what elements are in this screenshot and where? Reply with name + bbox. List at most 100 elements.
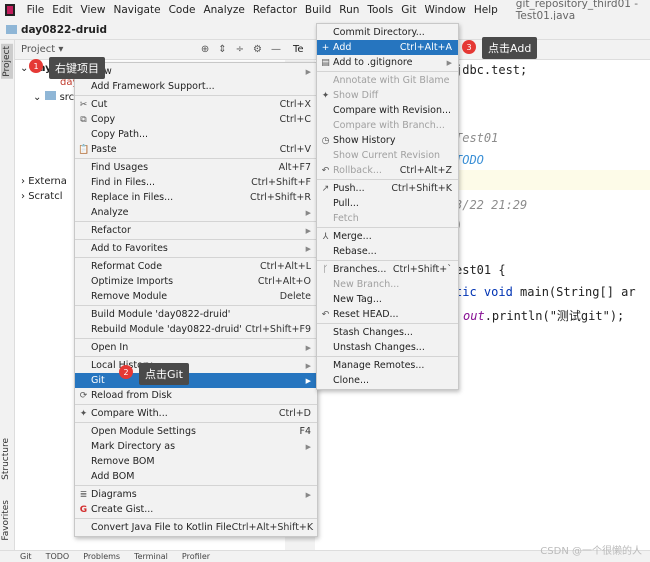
menu-tools[interactable]: Tools — [363, 4, 397, 16]
menu-window[interactable]: Window — [420, 4, 469, 16]
menu-item-add[interactable]: + Add Ctrl+Alt+A — [317, 40, 458, 55]
menu-item-local-history[interactable]: Local History ▶ — [75, 358, 317, 373]
menu-item-commit-directory[interactable]: Commit Directory... — [317, 25, 458, 40]
menu-item-stash-changes[interactable]: Stash Changes... — [317, 325, 458, 340]
menu-item-find-usages[interactable]: Find Usages Alt+F7 — [75, 160, 317, 175]
menu-separator — [317, 179, 458, 180]
menu-analyze[interactable]: Analyze — [199, 4, 248, 16]
hide-icon[interactable]: — — [271, 44, 281, 55]
add-to-gitignore-icon: ▤ — [321, 57, 330, 68]
expand-all-icon[interactable]: ⇕ — [218, 44, 226, 55]
menu-item-add-to-favorites[interactable]: Add to Favorites ▶ — [75, 241, 317, 256]
menu-item-remove-bom[interactable]: Remove BOM — [75, 454, 317, 469]
window-title: git_repository_third01 - Test01.java — [515, 0, 639, 22]
menu-item-copy[interactable]: ⧉ Copy Ctrl+C — [75, 112, 317, 127]
menu-item-build-module-day0822-druid[interactable]: Build Module 'day0822-druid' — [75, 307, 317, 322]
menu-item-branches[interactable]: ᚴ Branches... Ctrl+Shift+` — [317, 262, 458, 277]
menu-item-reload-from-disk[interactable]: ⟳ Reload from Disk — [75, 388, 317, 403]
breadcrumb-project[interactable]: day0822-druid — [21, 24, 107, 36]
shortcut-label: Ctrl+Shift+F9 — [245, 324, 311, 335]
menu-item-cut[interactable]: ✂ Cut Ctrl+X — [75, 97, 317, 112]
tab-favorites[interactable]: Favorites — [1, 500, 11, 541]
menu-item-convert-java-file-to-kotlin-file[interactable]: Convert Java File to Kotlin File Ctrl+Alt… — [75, 520, 317, 535]
menu-item-rebase[interactable]: Rebase... — [317, 244, 458, 259]
menu-item-new-branch[interactable]: New Branch... — [317, 277, 458, 292]
menu-item-annotate-with-git-blame[interactable]: Annotate with Git Blame — [317, 73, 458, 88]
shortcut-label: Ctrl+D — [278, 408, 311, 419]
menu-item-mark-directory-as[interactable]: Mark Directory as ▶ — [75, 439, 317, 454]
shortcut-label: Ctrl+X — [279, 99, 311, 110]
bottom-tab-problems[interactable]: Problems — [83, 552, 120, 561]
menu-item-rebuild-module-day0822-druid[interactable]: Rebuild Module 'day0822-druid' Ctrl+Shift… — [75, 322, 317, 337]
menu-item-manage-remotes[interactable]: Manage Remotes... — [317, 358, 458, 373]
menu-item-show-current-revision[interactable]: Show Current Revision — [317, 148, 458, 163]
tab-project[interactable]: Project — [1, 44, 13, 79]
collapse-all-icon[interactable]: ÷ — [236, 44, 244, 55]
shortcut-label: Ctrl+C — [279, 114, 312, 125]
menu-item-pull[interactable]: Pull... — [317, 196, 458, 211]
menu-item-label: Find Usages — [91, 162, 149, 173]
menu-item-copy-path[interactable]: Copy Path... — [75, 127, 317, 142]
menu-item-fetch[interactable]: Fetch — [317, 211, 458, 226]
menu-item-label: Reload from Disk — [91, 390, 172, 401]
menu-item-remove-module[interactable]: Remove Module Delete — [75, 289, 317, 304]
project-view-dropdown[interactable]: Project ▾ — [21, 44, 63, 55]
menu-file[interactable]: File — [23, 4, 49, 16]
menu-item-label: Compare With... — [91, 408, 168, 419]
menu-item-compare-with-revision[interactable]: Compare with Revision... — [317, 103, 458, 118]
menu-item-refactor[interactable]: Refactor ▶ — [75, 223, 317, 238]
menu-item-label: Branches... — [333, 264, 387, 275]
menu-item-open-module-settings[interactable]: Open Module Settings F4 — [75, 424, 317, 439]
locate-icon[interactable]: ⊕ — [201, 44, 209, 55]
menu-item-replace-in-files[interactable]: Replace in Files... Ctrl+Shift+R — [75, 190, 317, 205]
tab-structure[interactable]: Structure — [1, 438, 11, 480]
shortcut-label: Ctrl+Shift+R — [249, 192, 311, 203]
shortcut-label: Ctrl+Shift+F — [251, 177, 311, 188]
menu-edit[interactable]: Edit — [48, 4, 76, 16]
menu-item-new-tag[interactable]: New Tag... — [317, 292, 458, 307]
menu-item-clone[interactable]: Clone... — [317, 373, 458, 388]
gear-icon[interactable]: ⚙ — [253, 44, 262, 55]
menu-item-compare-with[interactable]: ✦ Compare With... Ctrl+D — [75, 406, 317, 421]
menu-item-push[interactable]: ↗ Push... Ctrl+Shift+K — [317, 181, 458, 196]
menu-view[interactable]: View — [77, 4, 110, 16]
menu-item-analyze[interactable]: Analyze ▶ — [75, 205, 317, 220]
bottom-tab-todo[interactable]: TODO — [46, 552, 70, 561]
menu-item-paste[interactable]: 📋 Paste Ctrl+V — [75, 142, 317, 157]
menu-item-merge[interactable]: ⅄ Merge... — [317, 229, 458, 244]
menu-item-unstash-changes[interactable]: Unstash Changes... — [317, 340, 458, 355]
menu-item-optimize-imports[interactable]: Optimize Imports Ctrl+Alt+O — [75, 274, 317, 289]
menu-item-compare-with-branch[interactable]: Compare with Branch... — [317, 118, 458, 133]
menu-build[interactable]: Build — [301, 4, 335, 16]
menu-item-reset-head[interactable]: ↶ Reset HEAD... — [317, 307, 458, 322]
menu-item-create-gist[interactable]: G Create Gist... — [75, 502, 317, 517]
menu-item-show-history[interactable]: ◷ Show History — [317, 133, 458, 148]
menu-git[interactable]: Git — [397, 4, 420, 16]
tree-node-external[interactable]: › Externa — [21, 176, 67, 187]
menu-item-add-to-gitignore[interactable]: ▤ Add to .gitignore ▶ — [317, 55, 458, 70]
menu-refactor[interactable]: Refactor — [249, 4, 301, 16]
menu-navigate[interactable]: Navigate — [109, 4, 164, 16]
menu-item-open-in[interactable]: Open In ▶ — [75, 340, 317, 355]
chevron-right-icon: ▶ — [305, 226, 311, 235]
editor-tab-test01[interactable]: Te — [293, 44, 304, 55]
menu-separator — [317, 227, 458, 228]
bottom-tab-terminal[interactable]: Terminal — [134, 552, 168, 561]
tree-node-scratches[interactable]: › Scratcl — [21, 191, 62, 202]
chevron-right-icon: ▶ — [305, 490, 311, 499]
menu-item-reformat-code[interactable]: Reformat Code Ctrl+Alt+L — [75, 259, 317, 274]
bottom-tab-git[interactable]: Git — [20, 552, 32, 561]
menu-item-add-bom[interactable]: Add BOM — [75, 469, 317, 484]
menu-item-diagrams[interactable]: ≣ Diagrams ▶ — [75, 487, 317, 502]
menu-item-show-diff[interactable]: ✦ Show Diff — [317, 88, 458, 103]
menu-run[interactable]: Run — [335, 4, 363, 16]
tree-node-src[interactable]: ⌄ src — [33, 91, 74, 103]
menu-code[interactable]: Code — [165, 4, 200, 16]
menu-help[interactable]: Help — [470, 4, 502, 16]
bottom-tab-profiler[interactable]: Profiler — [182, 552, 210, 561]
menu-item-new[interactable]: New▶ — [75, 64, 317, 79]
menu-item-rollback[interactable]: ↶ Rollback... Ctrl+Alt+Z — [317, 163, 458, 178]
menu-item-add-framework-support[interactable]: Add Framework Support... — [75, 79, 317, 94]
menu-item-git[interactable]: Git ▶ — [75, 373, 317, 388]
menu-item-find-in-files[interactable]: Find in Files... Ctrl+Shift+F — [75, 175, 317, 190]
